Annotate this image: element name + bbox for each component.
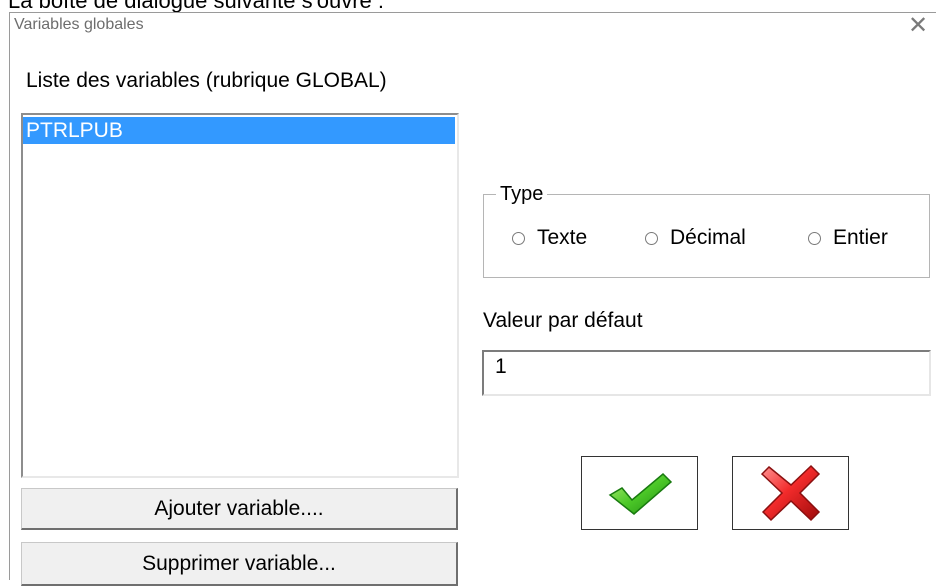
close-icon: ✕ bbox=[907, 11, 929, 39]
close-button[interactable]: ✕ bbox=[905, 11, 931, 39]
ok-button[interactable] bbox=[581, 456, 698, 530]
radio-texte[interactable]: Texte bbox=[512, 226, 587, 250]
radio-texte-label: Texte bbox=[537, 226, 588, 249]
radio-circle-icon bbox=[512, 231, 525, 245]
radio-circle-icon bbox=[645, 231, 658, 245]
red-x-icon bbox=[760, 464, 820, 522]
type-group-label: Type bbox=[496, 183, 548, 206]
list-item-ptrlpub[interactable]: PTRLPUB bbox=[23, 117, 455, 144]
radio-entier-label: Entier bbox=[833, 226, 888, 249]
cancel-button[interactable] bbox=[732, 456, 849, 530]
radio-decimal-label: Décimal bbox=[670, 226, 746, 249]
default-value-input[interactable] bbox=[482, 350, 931, 396]
add-variable-button[interactable]: Ajouter variable.... bbox=[21, 488, 458, 530]
variables-list-label: Liste des variables (rubrique GLOBAL) bbox=[26, 69, 387, 92]
variables-listbox[interactable]: PTRLPUB bbox=[21, 113, 459, 478]
default-value-label: Valeur par défaut bbox=[483, 309, 643, 332]
radio-entier[interactable]: Entier bbox=[808, 226, 888, 250]
dialog-title: Variables globales bbox=[14, 16, 144, 33]
radio-decimal[interactable]: Décimal bbox=[645, 226, 746, 250]
radio-circle-icon bbox=[808, 231, 821, 245]
delete-variable-button[interactable]: Supprimer variable... bbox=[21, 542, 458, 586]
checkmark-icon bbox=[608, 472, 672, 515]
